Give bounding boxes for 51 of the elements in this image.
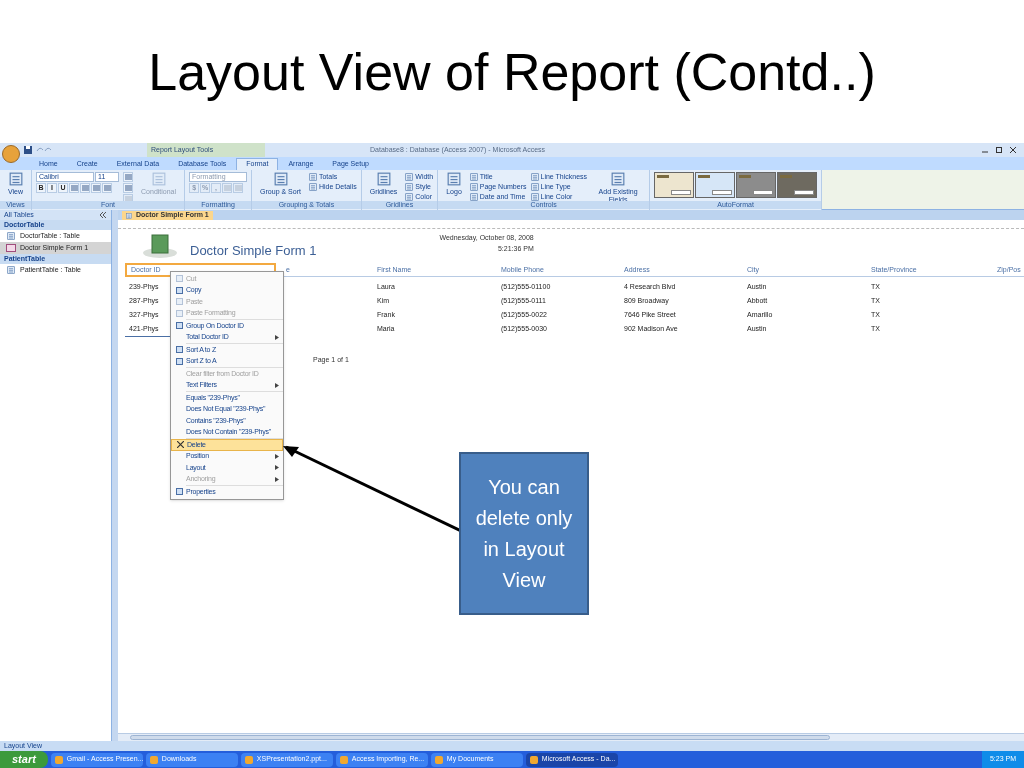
lines-icon (124, 185, 132, 191)
form-icon (126, 212, 132, 219)
style-thumbnail[interactable] (777, 172, 818, 198)
toolbar-button[interactable] (123, 183, 134, 193)
window-icon (339, 755, 348, 764)
callout-text: You can delete only in Layout View (474, 474, 574, 593)
close-icon[interactable] (1010, 147, 1016, 153)
window-icon (244, 755, 253, 764)
start-button[interactable]: start (0, 751, 48, 768)
report-title: Doctor Simple Form 1 (190, 242, 317, 260)
lines-icon (234, 185, 242, 191)
save-icon[interactable] (24, 146, 32, 154)
toolbar-button[interactable] (102, 183, 113, 193)
document-icon (151, 172, 166, 186)
document-icon (469, 182, 478, 191)
submenu-arrow-icon (275, 334, 279, 340)
document-icon (530, 192, 539, 201)
lines-icon (70, 185, 78, 191)
document-icon (469, 192, 478, 201)
form-icon (6, 244, 16, 252)
maximize-icon[interactable] (996, 147, 1002, 153)
submenu-arrow-icon (275, 382, 279, 388)
document-icon (405, 192, 414, 201)
toolbar-button[interactable] (80, 183, 91, 193)
toolbar-button[interactable] (69, 183, 80, 193)
lines-icon (103, 185, 111, 191)
window-icon (149, 755, 158, 764)
lines-icon (81, 185, 89, 191)
lines-icon (92, 185, 100, 191)
document-icon (308, 182, 317, 191)
close-icon (177, 441, 184, 449)
lines-icon (124, 174, 132, 180)
table-icon (6, 232, 16, 240)
command-icon (176, 488, 183, 496)
lines-icon (124, 196, 132, 201)
toolbar-button[interactable] (123, 172, 134, 182)
window-icon (434, 755, 443, 764)
document-icon (405, 182, 414, 191)
toolbar-button[interactable] (91, 183, 102, 193)
lines-icon (223, 185, 231, 191)
window-icon (54, 755, 63, 764)
report-logo (142, 233, 178, 259)
window-icon (529, 755, 538, 764)
style-thumbnail[interactable] (695, 172, 736, 198)
document-icon (530, 182, 539, 191)
collapse-icon (99, 211, 107, 219)
table-icon (6, 266, 16, 274)
style-thumbnail[interactable] (736, 172, 777, 198)
scrollbar-thumb[interactable] (130, 735, 830, 740)
style-thumbnail[interactable] (654, 172, 695, 198)
slide-title: Layout View of Report (Contd..) (148, 41, 876, 103)
